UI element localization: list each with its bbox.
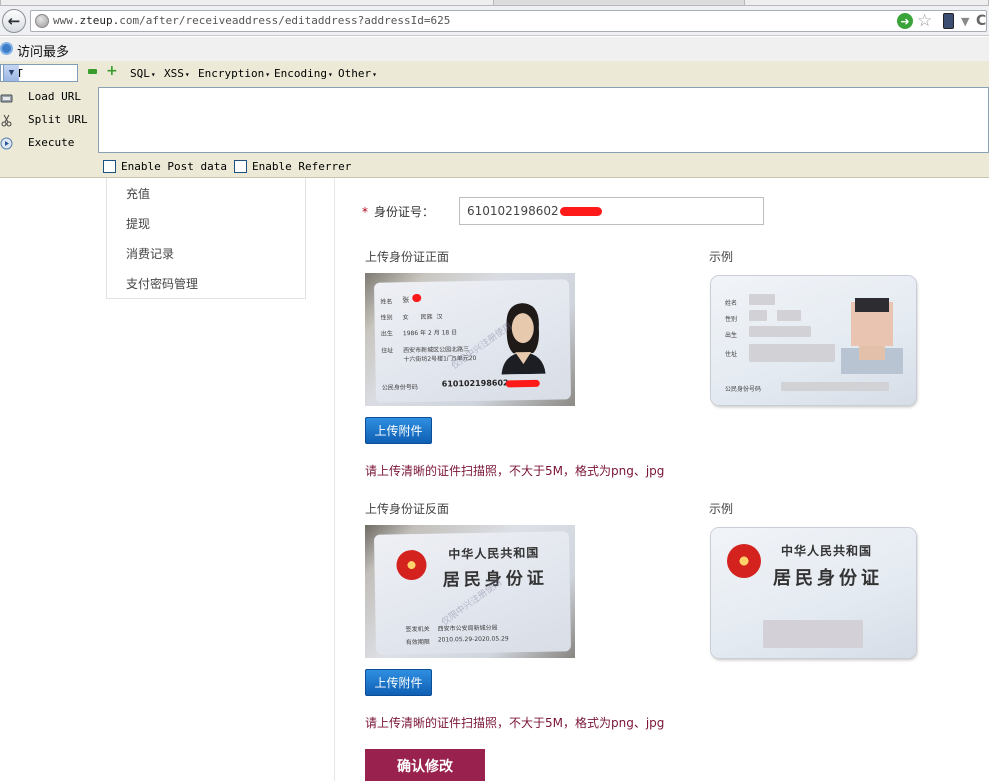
encoding-menu[interactable]: Encoding [274, 67, 333, 80]
id-card-back: 中华人民共和国 居民身份证 签发机关 西安市公安局新城分局 有效期限 2010.… [373, 531, 572, 655]
minus-icon[interactable] [88, 69, 97, 74]
sidebar-item-pay-password[interactable]: 支付密码管理 [126, 275, 198, 292]
play-icon [0, 137, 13, 150]
browser-tab[interactable] [744, 0, 989, 5]
back-example-label: 示例 [709, 502, 734, 516]
go-icon[interactable]: ➜ [897, 13, 913, 29]
xss-menu[interactable]: XSS [164, 67, 190, 80]
hackbar: INT ▼ + SQL XSS Encryption Encoding Othe… [0, 61, 989, 178]
enable-referrer-checkbox[interactable]: Enable Referrer [234, 160, 351, 176]
bookmark-star-icon[interactable]: ☆ [917, 11, 932, 31]
id-number-input[interactable]: 610102198602 [459, 197, 764, 225]
content-divider [334, 178, 335, 781]
browser-tab[interactable] [0, 0, 494, 5]
type-select[interactable]: INT ▼ [0, 64, 78, 82]
front-id-photo: 姓名 张 性别 女 民族 汉 出生 1986 年 2 月 18 日 住址 西安市… [365, 273, 575, 406]
globe-icon [35, 14, 49, 28]
most-visited-icon [0, 42, 13, 55]
back-upload-hint: 请上传清晰的证件扫描照，不大于5M，格式为png、jpg [365, 716, 665, 730]
id-number-label: 身份证号： [374, 205, 435, 219]
front-upload-hint: 请上传清晰的证件扫描照，不大于5M，格式为png、jpg [365, 464, 665, 478]
back-upload-button[interactable]: 上传附件 [365, 669, 432, 696]
url-text: www.zteup.com/after/receiveaddress/edita… [53, 14, 451, 27]
id-number-value: 610102198602 [467, 204, 559, 218]
back-example-card: 中华人民共和国 居民身份证 [711, 528, 916, 658]
enable-post-checkbox[interactable]: Enable Post data [103, 160, 227, 176]
sidebar-item-records[interactable]: 消费记录 [126, 245, 174, 262]
mobile-icon[interactable] [943, 13, 954, 29]
checkbox-box [103, 160, 116, 173]
scissors-icon [1, 114, 12, 127]
national-emblem [396, 549, 427, 581]
url-field[interactable]: www.zteup.com/after/receiveaddress/edita… [30, 10, 987, 32]
reload-icon[interactable]: C [976, 11, 986, 31]
sql-menu[interactable]: SQL [130, 67, 156, 80]
redaction-mark [412, 293, 422, 303]
plus-icon[interactable]: + [106, 64, 118, 78]
front-example-label: 示例 [709, 250, 734, 264]
id-card: 姓名 张 性别 女 民族 汉 出生 1986 年 2 月 18 日 住址 西安市… [373, 279, 572, 403]
sidebar-item-recharge[interactable]: 充值 [126, 185, 150, 202]
account-sidebar: 充值 提现 消费记录 支付密码管理 [106, 178, 306, 299]
execute-button[interactable]: Execute [0, 133, 96, 155]
address-bar: ← www.zteup.com/after/receiveaddress/edi… [0, 6, 989, 36]
other-menu[interactable]: Other [338, 67, 377, 80]
front-example-card: 姓名 性别 出生 住址 公民身份号码 [711, 276, 916, 405]
load-url-icon [0, 94, 13, 103]
encryption-menu[interactable]: Encryption [198, 67, 270, 80]
national-emblem [727, 544, 761, 578]
portrait-photo [841, 298, 903, 374]
front-upload-button[interactable]: 上传附件 [365, 417, 432, 444]
chevron-down-icon[interactable]: ▼ [961, 12, 969, 32]
sidebar-item-withdraw[interactable]: 提现 [126, 215, 150, 232]
front-upload-title: 上传身份证正面 [365, 250, 450, 264]
confirm-edit-button[interactable]: 确认修改 [365, 749, 485, 781]
checkbox-box [234, 160, 247, 173]
redaction-mark [505, 379, 540, 388]
back-id-photo: 中华人民共和国 居民身份证 签发机关 西安市公安局新城分局 有效期限 2010.… [365, 525, 575, 658]
back-arrow-icon: ← [7, 12, 21, 30]
bookmarks-bar: 访问最多 [0, 37, 989, 61]
split-url-button[interactable]: Split URL [0, 110, 96, 132]
back-button[interactable]: ← [2, 9, 26, 33]
load-url-button[interactable]: Load URL [0, 87, 96, 109]
url-textarea[interactable] [98, 87, 989, 153]
chevron-down-icon: ▼ [3, 65, 19, 81]
required-marker: * [362, 205, 368, 219]
most-visited-link[interactable]: 访问最多 [17, 41, 69, 60]
redaction-mark [559, 207, 602, 216]
back-upload-title: 上传身份证反面 [365, 502, 450, 516]
